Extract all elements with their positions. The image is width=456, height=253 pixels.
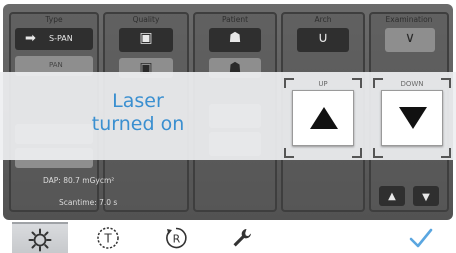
wrench-icon: [233, 229, 251, 247]
checkmark-icon: [409, 228, 433, 248]
laser-message-line2: turned on: [91, 113, 185, 135]
up-frame: UP: [284, 78, 362, 158]
person-icon: ☗: [228, 30, 242, 46]
laser-message: Laser turned on: [60, 90, 216, 136]
tab-reset-letter: R: [173, 233, 181, 246]
quality-tile[interactable]: ▣: [119, 28, 173, 52]
examination-icon: ∨: [404, 30, 416, 46]
type-pan-label: PAN: [49, 61, 63, 69]
patient-adult-tile[interactable]: ☗: [209, 28, 261, 52]
tab-test-letter: T: [103, 232, 112, 246]
tab-tools[interactable]: [214, 222, 270, 253]
down-arrow-icon: [399, 107, 427, 129]
scantime-readout: Scantime: 7.0 s: [59, 198, 118, 207]
examination-header: Examination: [385, 15, 433, 24]
gear-icon: [28, 228, 52, 252]
pan-icon: ➡: [25, 31, 36, 46]
small-down-arrow-icon: ▼: [422, 192, 430, 203]
up-button[interactable]: [292, 90, 354, 146]
tab-settings[interactable]: [12, 222, 68, 253]
type-s-pan-tile[interactable]: ➡ S-PAN: [15, 28, 93, 50]
quality-header: Quality: [132, 15, 160, 24]
arch-icon: ∪: [317, 30, 329, 46]
patient-header: Patient: [221, 15, 249, 24]
down-frame: DOWN: [373, 78, 451, 158]
type-s-pan-label: S-PAN: [49, 34, 73, 43]
tab-test[interactable]: T: [80, 222, 136, 253]
down-label: DOWN: [400, 80, 424, 88]
screen: Type ➡ S-PAN PAN Quality ▣ ▣ Patient ☗ ☗…: [0, 0, 456, 253]
small-up-arrow-icon: ▲: [388, 191, 396, 202]
examination-tile[interactable]: ∨: [385, 28, 435, 52]
dap-readout: DAP: 80.7 mGycm²: [43, 176, 115, 185]
up-label: UP: [318, 80, 328, 88]
bottom-tab-bar: T R: [0, 222, 456, 253]
arch-tile[interactable]: ∪: [297, 28, 349, 52]
type-header: Type: [45, 15, 63, 24]
r-circle-arrow-icon: R: [166, 227, 187, 249]
exam-up-button[interactable]: ▲: [379, 186, 405, 206]
exam-down-button[interactable]: ▼: [413, 186, 439, 206]
quality-icon: ▣: [139, 30, 153, 46]
down-button[interactable]: [381, 90, 443, 146]
up-arrow-icon: [310, 107, 338, 129]
tab-confirm[interactable]: [392, 222, 448, 253]
arch-header: Arch: [314, 15, 332, 24]
laser-message-line1: Laser: [112, 90, 164, 112]
tab-reset[interactable]: R: [148, 222, 204, 253]
t-circle-icon: T: [97, 227, 119, 249]
